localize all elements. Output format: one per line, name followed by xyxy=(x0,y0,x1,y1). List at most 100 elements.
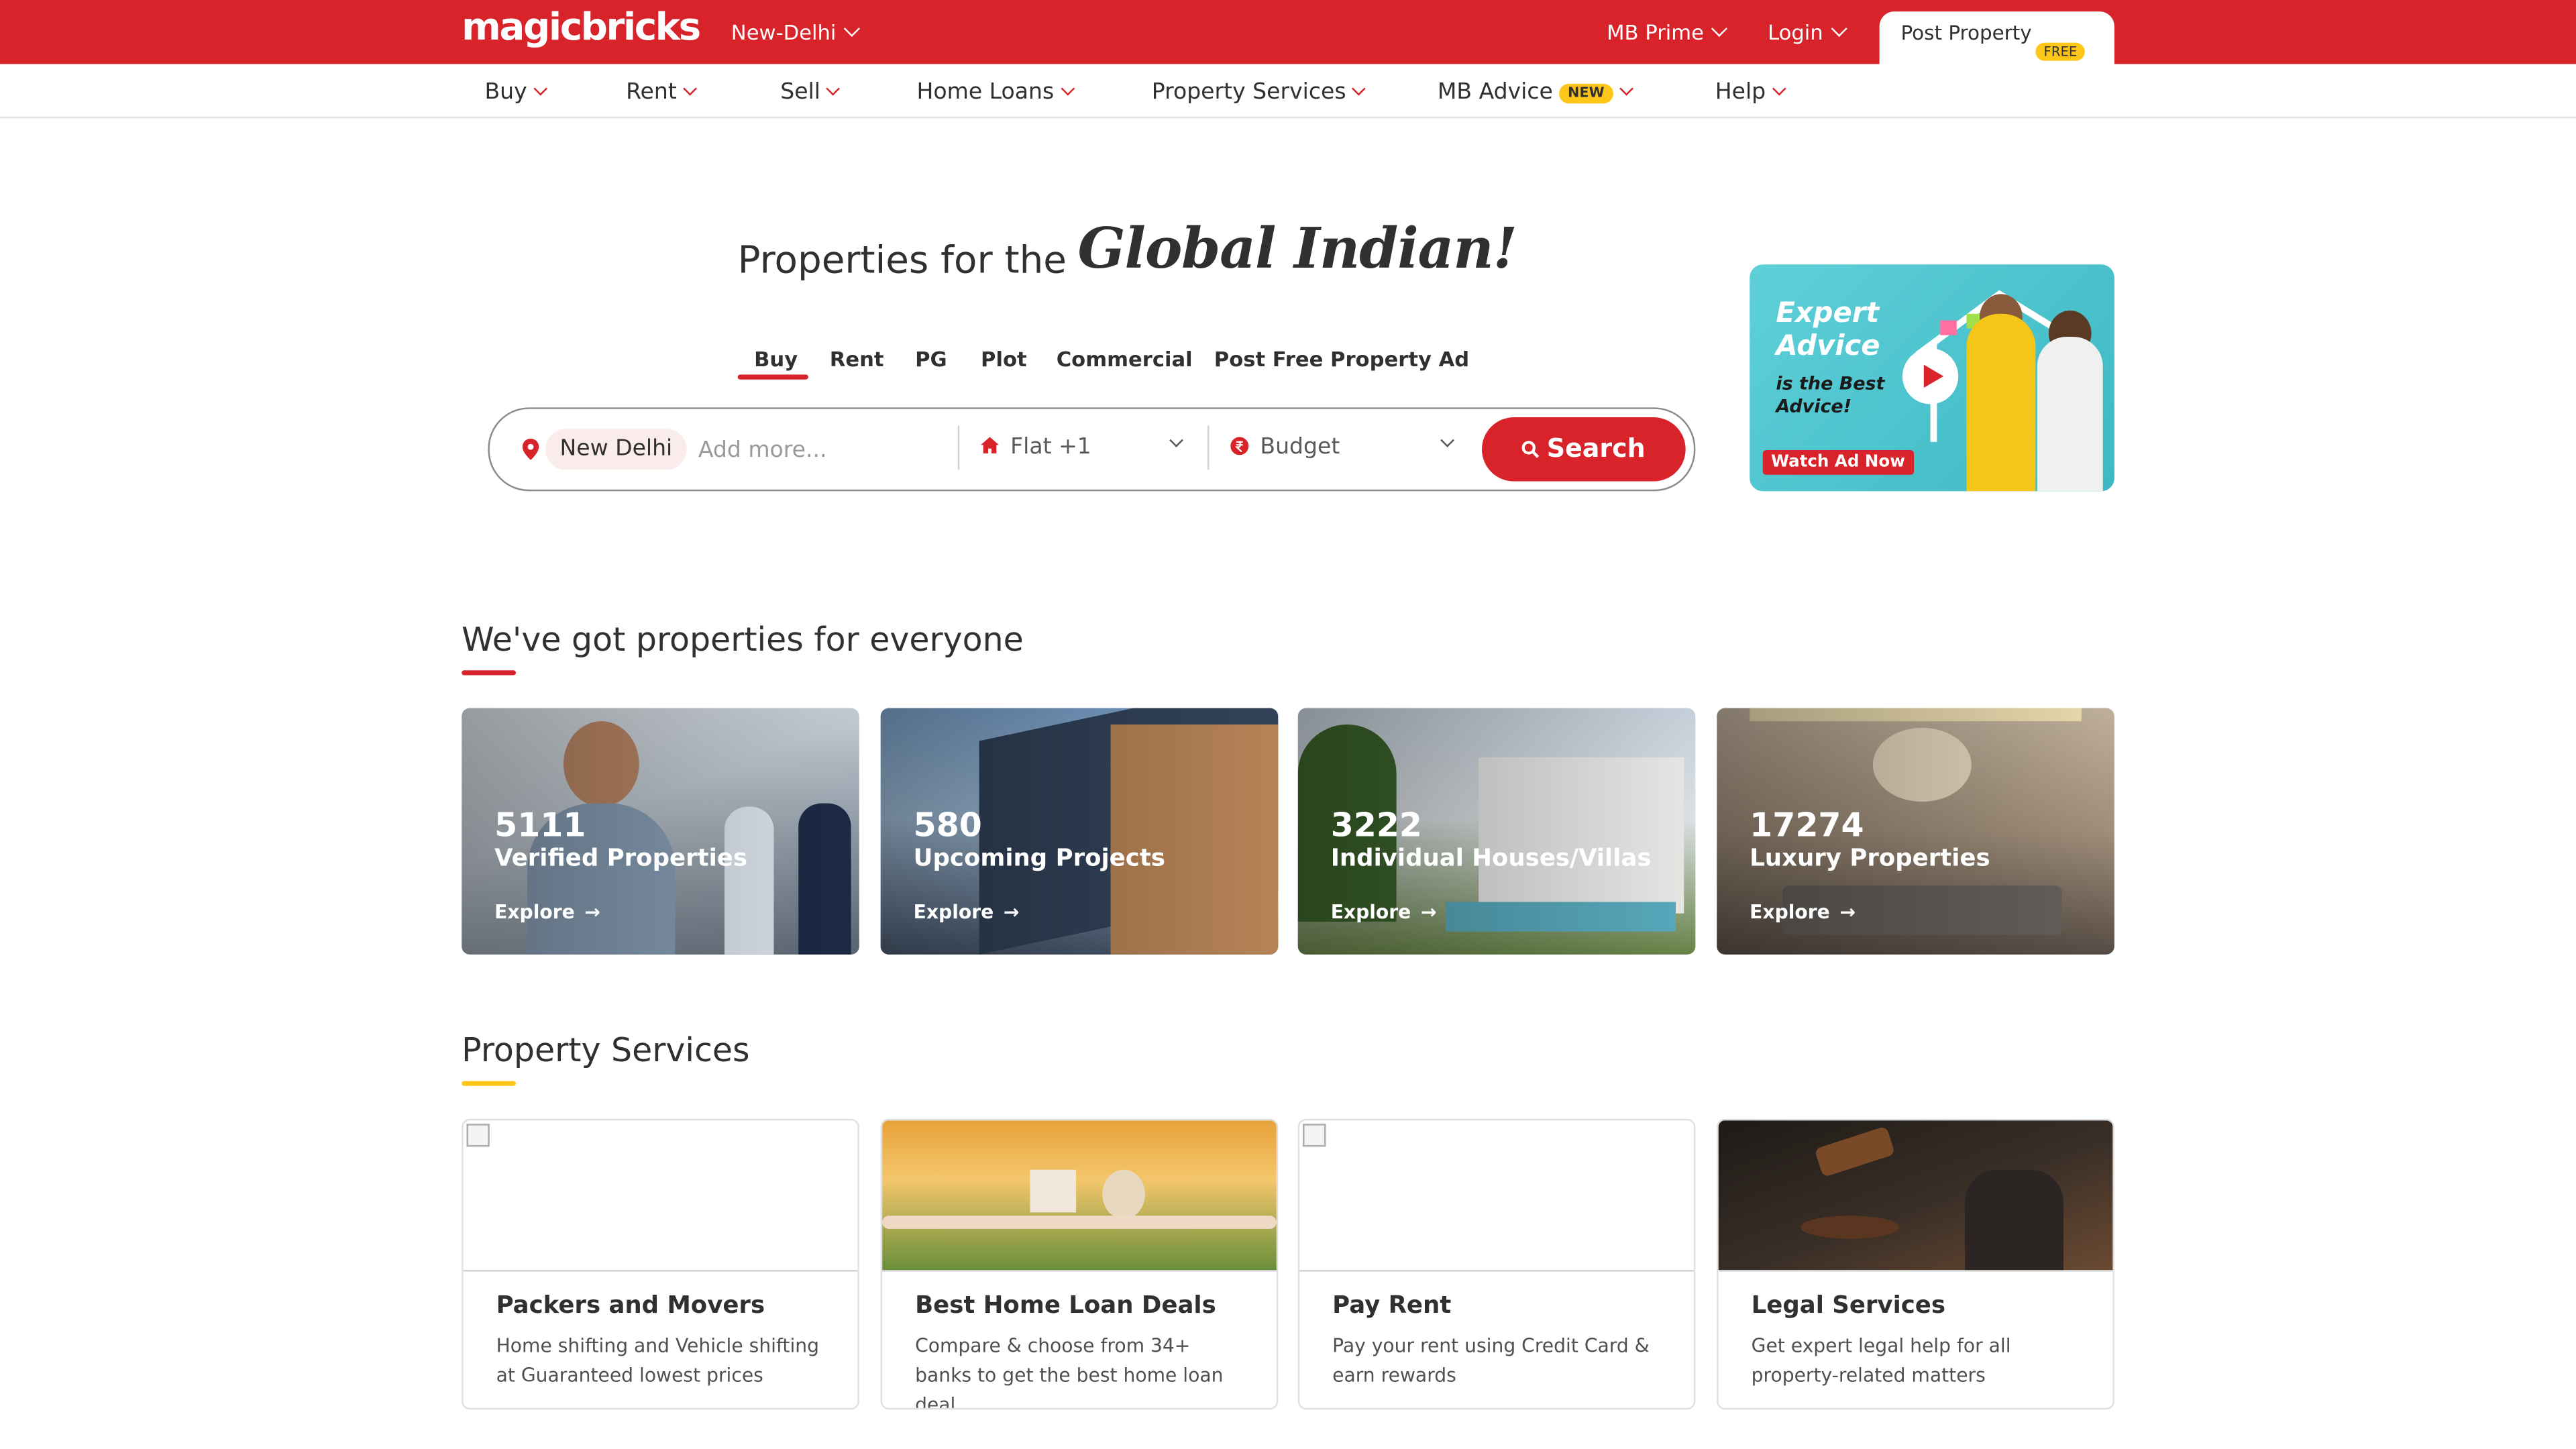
search-icon xyxy=(1522,441,1540,458)
hands xyxy=(882,1216,1277,1229)
nav-item-mb-advice[interactable]: MB Advice NEW xyxy=(1437,78,1633,105)
service-card-legal[interactable]: Legal Services Get expert legal help for… xyxy=(1717,1118,2114,1410)
service-image-placeholder xyxy=(1299,1120,1694,1272)
mb-prime-menu[interactable]: MB Prime xyxy=(1607,19,1728,45)
explore-link[interactable]: Explore → xyxy=(494,900,600,923)
location-pin-icon xyxy=(522,438,539,460)
service-title: Pay Rent xyxy=(1332,1293,1452,1320)
property-count: 17274 xyxy=(1750,805,1864,845)
post-property-button[interactable]: Post Property FREE xyxy=(1879,11,2114,64)
money-bag xyxy=(1102,1169,1145,1220)
search-tab-pg[interactable]: PG xyxy=(915,347,947,372)
login-menu[interactable]: Login xyxy=(1768,19,1847,44)
ad-subheadline-line1: is the Best xyxy=(1776,372,1885,394)
nav-item-rent[interactable]: Rent xyxy=(626,78,697,105)
nav-item-home-loans[interactable]: Home Loans xyxy=(916,78,1075,105)
nav-item-label: Home Loans xyxy=(916,78,1055,105)
magicbricks-logo[interactable]: magicbricks xyxy=(462,7,701,50)
city-selector-label: New-Delhi xyxy=(731,19,837,45)
nav-item-property-services[interactable]: Property Services xyxy=(1151,78,1366,105)
service-card-home-loan[interactable]: Best Home Loan Deals Compare & choose fr… xyxy=(880,1118,1279,1410)
free-badge: FREE xyxy=(2035,42,2086,61)
service-card-packers[interactable]: Packers and Movers Home shifting and Veh… xyxy=(462,1118,859,1410)
explore-link[interactable]: Explore → xyxy=(1750,900,1856,923)
city-selector[interactable]: New-Delhi xyxy=(731,19,860,45)
selected-city-chip[interactable]: New Delhi xyxy=(545,429,687,470)
nav-item-label: Help xyxy=(1715,78,1766,105)
service-card-pay-rent[interactable]: Pay Rent Pay your rent using Credit Card… xyxy=(1297,1118,1696,1410)
ad-subheadline: is the Best Advice! xyxy=(1776,373,1884,419)
ad-headline-line2: Advice xyxy=(1776,330,1880,364)
gavel-block xyxy=(1801,1216,1900,1239)
property-card-houses[interactable]: 3222 Individual Houses/Villas Explore → xyxy=(1297,708,1696,955)
legal-services-image xyxy=(1718,1120,2113,1272)
explore-label: Explore xyxy=(1750,900,1830,924)
service-description: Pay your rent using Credit Card & earn r… xyxy=(1332,1334,1650,1387)
service-description: Compare & choose from 34+ banks to get t… xyxy=(915,1334,1224,1410)
nav-item-label: MB Advice xyxy=(1437,78,1553,105)
search-tab-rent[interactable]: Rent xyxy=(830,347,884,372)
services-section-title: Property Services xyxy=(462,1030,750,1070)
arrow-right-icon: → xyxy=(584,900,601,924)
nav-item-label: Property Services xyxy=(1151,78,1346,105)
expert-advice-ad[interactable]: Expert Advice is the Best Advice! Watch Ad… xyxy=(1750,264,2114,492)
explore-link[interactable]: Explore → xyxy=(914,900,1020,923)
arrow-right-icon: → xyxy=(1839,900,1856,924)
divider xyxy=(1208,425,1210,470)
hero-title: Properties for the xyxy=(737,239,1067,283)
explore-link[interactable]: Explore → xyxy=(1331,900,1437,923)
budget-dropdown[interactable]: Budget xyxy=(1260,434,1340,460)
chevron-down-icon xyxy=(1619,81,1633,96)
toy-house xyxy=(1030,1169,1077,1213)
ad-subheadline-line2: Advice! xyxy=(1776,396,1852,418)
rupee-icon xyxy=(1230,437,1249,455)
property-count: 580 xyxy=(913,805,982,845)
property-category: Verified Properties xyxy=(494,846,747,873)
nav-item-label: Sell xyxy=(780,78,821,105)
gavel-head xyxy=(1814,1126,1896,1178)
property-card-upcoming[interactable]: 580 Upcoming Projects Explore → xyxy=(880,708,1279,955)
nav-item-sell[interactable]: Sell xyxy=(780,78,841,105)
home-loan-image xyxy=(882,1120,1277,1272)
arrow-right-icon: → xyxy=(1420,900,1437,924)
search-button-label: Search xyxy=(1546,433,1646,464)
property-count: 3222 xyxy=(1330,805,1423,845)
search-tab-buy[interactable]: Buy xyxy=(754,347,798,372)
ad-headline-line1: Expert xyxy=(1776,297,1880,331)
chevron-down-icon xyxy=(826,81,841,96)
active-tab-indicator xyxy=(737,374,808,380)
property-type-dropdown[interactable]: Flat +1 xyxy=(1010,434,1091,460)
divider xyxy=(957,425,960,470)
property-card-luxury[interactable]: 17274 Luxury Properties Explore → xyxy=(1717,708,2114,955)
top-bar: magicbricks New-Delhi MB Prime Login Pos… xyxy=(0,0,2576,64)
woman-figure xyxy=(2037,337,2103,492)
broken-image-icon xyxy=(1303,1124,1326,1147)
mb-prime-label: MB Prime xyxy=(1607,19,1704,45)
locality-search-input[interactable]: Add more... xyxy=(698,437,827,463)
man-figure xyxy=(1966,313,2036,492)
service-description: Get expert legal help for all property-r… xyxy=(1751,1334,2011,1387)
search-button[interactable]: Search xyxy=(1481,417,1686,482)
person-hand xyxy=(1965,1169,2063,1271)
nav-item-buy[interactable]: Buy xyxy=(484,79,547,105)
property-count: 5111 xyxy=(494,805,586,845)
chevron-down-icon xyxy=(683,81,697,96)
explore-label: Explore xyxy=(494,900,575,924)
explore-label: Explore xyxy=(913,900,994,924)
watch-ad-button[interactable]: Watch Ad Now xyxy=(1762,450,1914,475)
service-image-placeholder xyxy=(463,1120,858,1272)
chevron-down-icon xyxy=(533,81,547,96)
search-tab-post-free-ad[interactable]: Post Free Property Ad xyxy=(1214,347,1469,372)
chevron-down-icon xyxy=(1772,81,1786,96)
play-icon[interactable] xyxy=(1902,348,1959,405)
main-nav: Buy Rent Sell Home Loans Property Servic… xyxy=(0,64,2576,119)
search-tab-commercial[interactable]: Commercial xyxy=(1057,347,1193,372)
nav-item-label: Rent xyxy=(626,78,677,105)
nav-item-help[interactable]: Help xyxy=(1715,78,1786,105)
properties-section-title: We've got properties for everyone xyxy=(462,619,1024,659)
broken-image-icon xyxy=(466,1124,490,1147)
search-tab-plot[interactable]: Plot xyxy=(981,347,1027,372)
property-category: Luxury Properties xyxy=(1750,846,1990,873)
property-card-verified[interactable]: 5111 Verified Properties Explore → xyxy=(462,708,859,955)
chevron-down-icon xyxy=(1060,81,1075,96)
